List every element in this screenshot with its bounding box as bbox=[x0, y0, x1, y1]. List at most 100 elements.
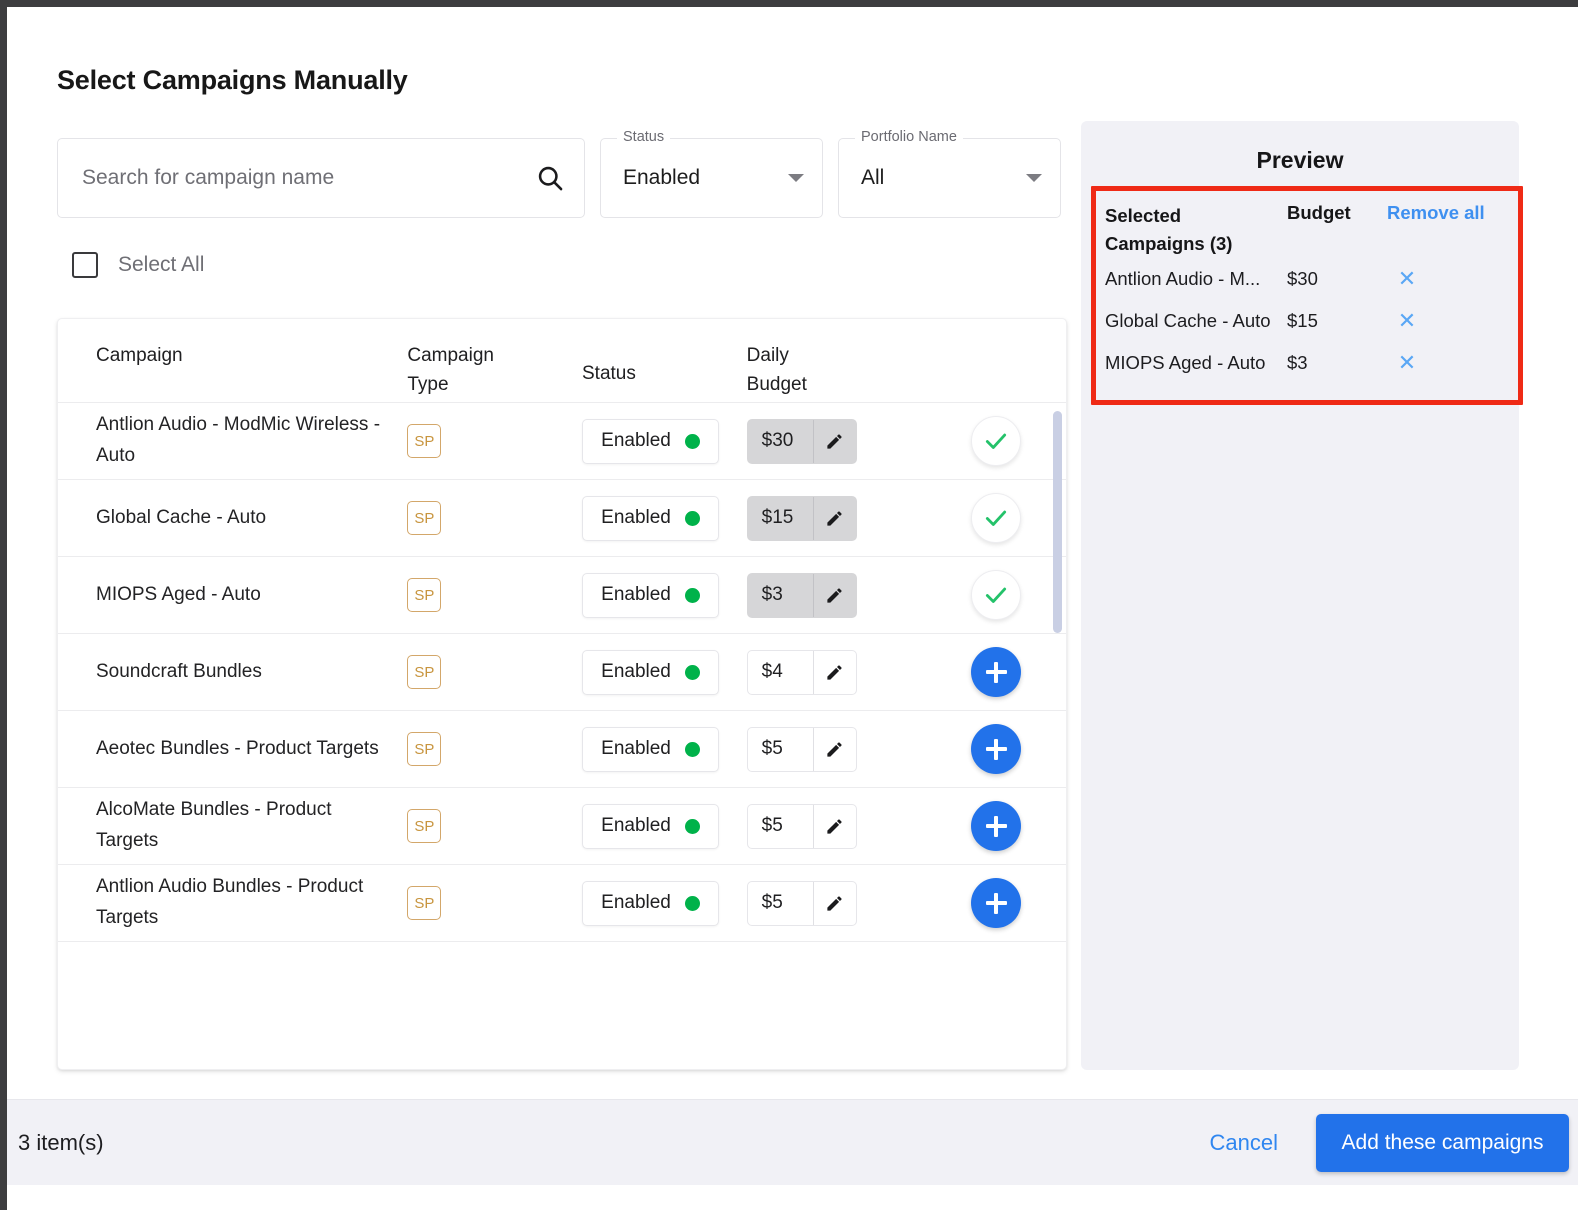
status-pill[interactable]: Enabled bbox=[582, 726, 720, 772]
row-budget-cell: $30 bbox=[746, 418, 927, 464]
edit-pencil-icon[interactable] bbox=[814, 574, 856, 617]
status-pill[interactable]: Enabled bbox=[582, 803, 720, 849]
cancel-button[interactable]: Cancel bbox=[1210, 1130, 1278, 1156]
row-add-button[interactable] bbox=[971, 724, 1022, 774]
row-selected-check-button[interactable] bbox=[971, 416, 1022, 466]
row-add-button[interactable] bbox=[971, 878, 1022, 928]
preview-remove-icon[interactable]: ✕ bbox=[1387, 266, 1427, 292]
row-status-cell: Enabled bbox=[582, 803, 747, 849]
edit-pencil-icon[interactable] bbox=[814, 805, 856, 848]
table-row: Antlion Audio - ModMic Wireless - Auto SP… bbox=[58, 403, 1066, 480]
row-add-button[interactable] bbox=[971, 647, 1022, 697]
status-dot-icon bbox=[684, 741, 700, 757]
column-header-campaign-type-line2: Type bbox=[407, 374, 449, 396]
row-action-cell bbox=[926, 416, 1066, 466]
status-dot-icon bbox=[684, 587, 700, 603]
daily-budget-value: $3 bbox=[748, 573, 814, 617]
portfolio-filter-value: All bbox=[861, 166, 885, 189]
row-action-cell bbox=[926, 724, 1066, 774]
row-status-cell: Enabled bbox=[582, 495, 747, 541]
status-pill[interactable]: Enabled bbox=[582, 418, 720, 464]
status-pill[interactable]: Enabled bbox=[582, 572, 720, 618]
edit-pencil-icon[interactable] bbox=[814, 882, 856, 925]
row-campaign-name: Antlion Audio - ModMic Wireless - Auto bbox=[96, 414, 381, 466]
row-budget-cell: $15 bbox=[746, 495, 927, 541]
column-header-daily-budget-line1: Daily bbox=[746, 345, 789, 366]
edit-pencil-icon[interactable] bbox=[814, 420, 856, 463]
search-icon[interactable] bbox=[536, 164, 564, 192]
portfolio-filter-legend: Portfolio Name bbox=[855, 129, 963, 145]
status-dot-icon bbox=[684, 664, 700, 680]
row-campaign-type-cell: SP bbox=[407, 886, 582, 920]
chevron-down-icon[interactable] bbox=[788, 174, 804, 182]
column-header-status: Status bbox=[582, 341, 747, 388]
daily-budget-field[interactable]: $3 bbox=[746, 572, 857, 618]
daily-budget-field[interactable]: $5 bbox=[746, 726, 857, 772]
row-status-cell: Enabled bbox=[582, 572, 747, 618]
row-campaign-name: MIOPS Aged - Auto bbox=[96, 583, 261, 605]
search-box[interactable] bbox=[57, 138, 585, 218]
status-filter-value: Enabled bbox=[623, 166, 701, 189]
add-these-campaigns-button[interactable]: Add these campaigns bbox=[1316, 1113, 1569, 1172]
status-dot-icon bbox=[684, 895, 700, 911]
status-pill[interactable]: Enabled bbox=[582, 495, 720, 541]
page-title: Select Campaigns Manually bbox=[57, 65, 408, 95]
column-header-campaign: Campaign bbox=[96, 345, 183, 366]
status-pill[interactable]: Enabled bbox=[582, 880, 720, 926]
preview-budget-header: Budget bbox=[1287, 202, 1351, 223]
status-filter-select[interactable]: Status Enabled bbox=[600, 129, 823, 218]
table-row: Aeotec Bundles - Product Targets SP Enable… bbox=[58, 711, 1066, 788]
row-campaign-type-cell: SP bbox=[407, 732, 582, 766]
table-scrollbar-thumb[interactable] bbox=[1053, 411, 1062, 633]
remove-all-link[interactable]: Remove all bbox=[1387, 202, 1485, 224]
daily-budget-field[interactable]: $5 bbox=[746, 803, 857, 849]
column-header-daily-budget: Daily Budget bbox=[747, 341, 927, 400]
edit-pencil-icon[interactable] bbox=[814, 728, 856, 771]
preview-campaign-budget: $15 bbox=[1287, 309, 1318, 331]
status-pill[interactable]: Enabled bbox=[582, 649, 720, 695]
row-campaign-name: AlcoMate Bundles - Product Targets bbox=[96, 799, 332, 851]
status-pill-label: Enabled bbox=[601, 892, 671, 913]
status-pill-label: Enabled bbox=[601, 584, 671, 605]
selected-campaigns-header: Selected Campaigns (3) Budget Remove all bbox=[1105, 202, 1497, 258]
row-selected-check-button[interactable] bbox=[971, 570, 1022, 620]
table-row: Soundcraft Bundles SP Enabled $4 bbox=[58, 634, 1066, 711]
preview-rows: Antlion Audio - M... $30 ✕ Global Cache - A… bbox=[1105, 258, 1497, 384]
row-campaign-type-cell: SP bbox=[407, 424, 582, 458]
status-pill-label: Enabled bbox=[601, 507, 671, 528]
sp-badge: SP bbox=[407, 424, 442, 458]
row-action-cell bbox=[926, 493, 1066, 543]
row-campaign-type-cell: SP bbox=[407, 578, 582, 612]
row-add-button[interactable] bbox=[971, 801, 1022, 851]
select-all-checkbox[interactable] bbox=[72, 252, 98, 278]
row-campaign-type-cell: SP bbox=[407, 501, 582, 535]
preview-campaign-budget: $3 bbox=[1287, 351, 1308, 373]
sp-badge: SP bbox=[407, 886, 442, 920]
daily-budget-field[interactable]: $5 bbox=[746, 880, 857, 926]
daily-budget-field[interactable]: $30 bbox=[746, 418, 857, 464]
preview-campaign-name: Antlion Audio - M... bbox=[1105, 267, 1261, 289]
item-count-label: 3 item(s) bbox=[18, 1129, 104, 1155]
search-input[interactable] bbox=[82, 166, 536, 190]
sp-badge: SP bbox=[407, 809, 442, 843]
preview-campaign-name: MIOPS Aged - Auto bbox=[1105, 351, 1266, 373]
row-budget-cell: $5 bbox=[746, 803, 927, 849]
daily-budget-value: $5 bbox=[748, 881, 814, 925]
preview-remove-icon[interactable]: ✕ bbox=[1387, 350, 1427, 376]
select-all-label: Select All bbox=[118, 253, 205, 276]
daily-budget-field[interactable]: $15 bbox=[746, 495, 857, 541]
preview-remove-icon[interactable]: ✕ bbox=[1387, 308, 1427, 334]
row-selected-check-button[interactable] bbox=[971, 493, 1022, 543]
portfolio-filter-select[interactable]: Portfolio Name All bbox=[838, 129, 1061, 218]
row-action-cell bbox=[926, 801, 1066, 851]
daily-budget-field[interactable]: $4 bbox=[746, 649, 857, 695]
campaign-selection-dialog: Select Campaigns Manually Status Enabled… bbox=[0, 0, 1578, 1210]
status-filter-legend: Status bbox=[617, 129, 671, 145]
chevron-down-icon[interactable] bbox=[1026, 174, 1042, 182]
select-all-row[interactable]: Select All bbox=[72, 252, 204, 278]
edit-pencil-icon[interactable] bbox=[814, 651, 856, 694]
edit-pencil-icon[interactable] bbox=[814, 497, 856, 540]
sp-badge: SP bbox=[407, 578, 442, 612]
daily-budget-value: $5 bbox=[748, 804, 814, 848]
status-dot-icon bbox=[684, 818, 700, 834]
